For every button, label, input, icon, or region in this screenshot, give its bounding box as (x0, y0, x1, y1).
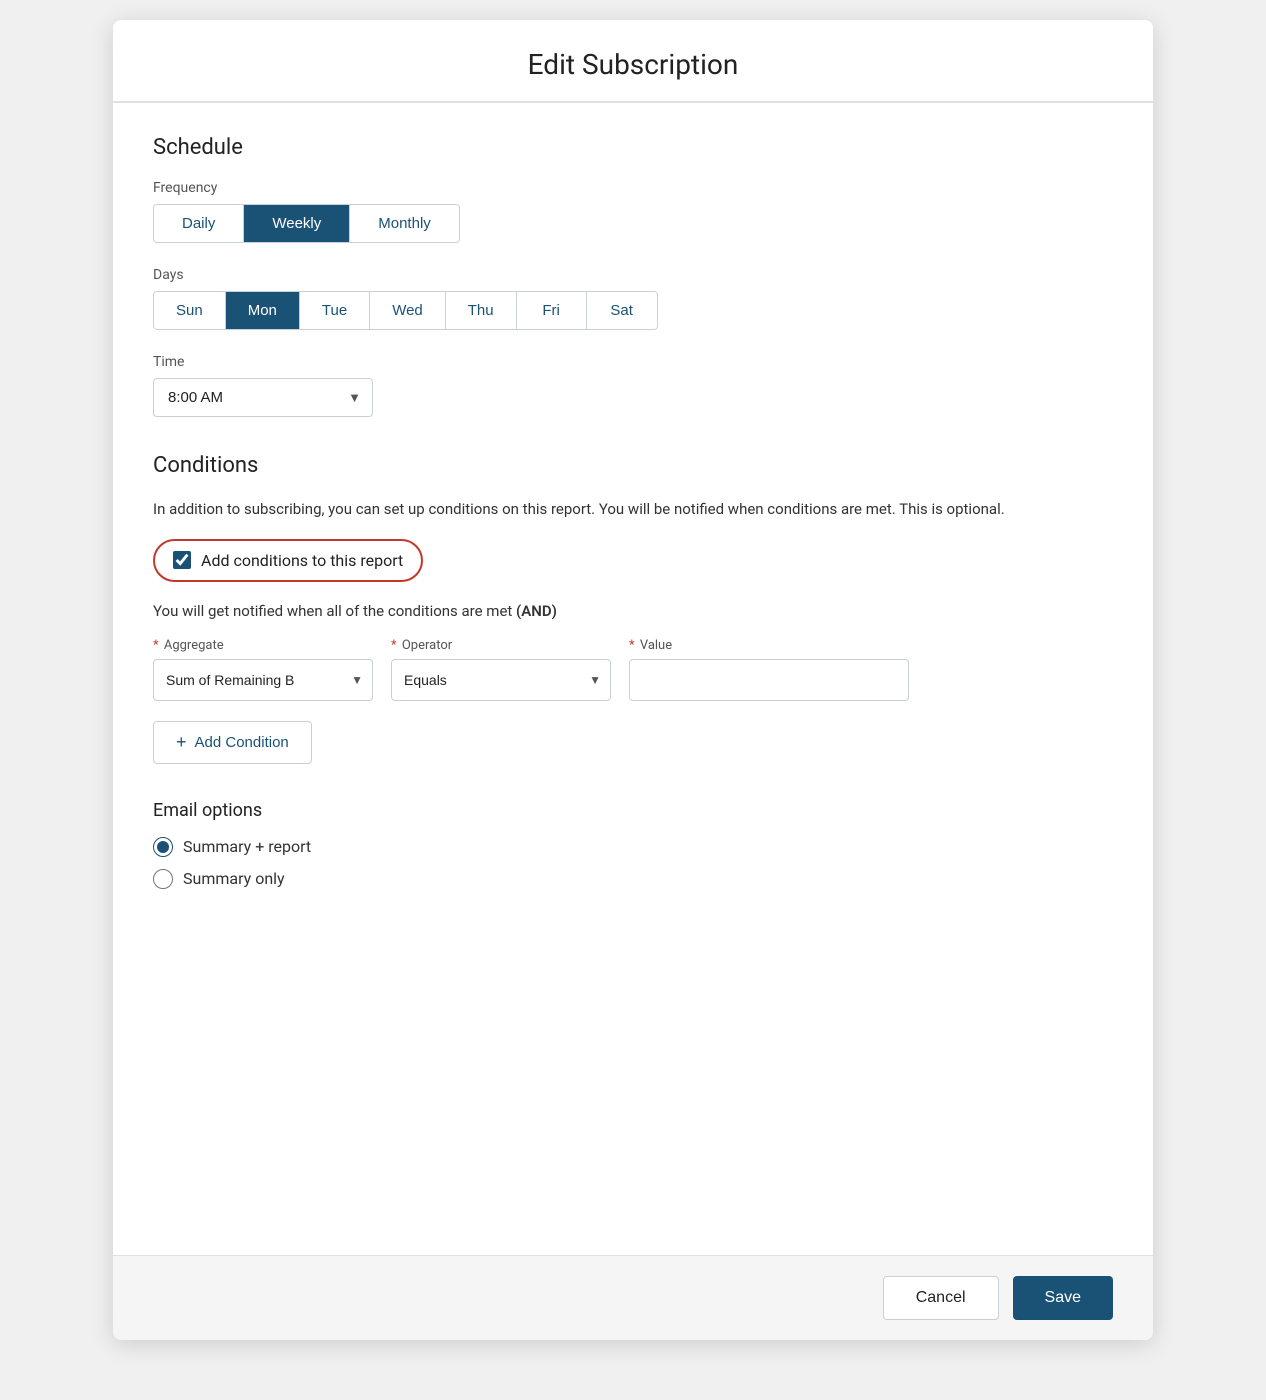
summary-only-label: Summary only (183, 869, 285, 888)
frequency-group: Daily Weekly Monthly (153, 204, 460, 243)
operator-select[interactable]: Equals Not Equals Greater Than Less Than (391, 659, 611, 701)
aggregate-required-star: * (153, 638, 159, 653)
add-condition-label: Add Condition (195, 734, 289, 751)
plus-icon: + (176, 732, 187, 753)
add-conditions-label[interactable]: Add conditions to this report (153, 539, 423, 582)
day-fri-button[interactable]: Fri (517, 292, 587, 329)
day-sat-button[interactable]: Sat (587, 292, 657, 329)
day-tue-button[interactable]: Tue (300, 292, 370, 329)
cancel-button[interactable]: Cancel (883, 1276, 999, 1320)
summary-report-radio[interactable] (153, 837, 173, 857)
summary-report-option[interactable]: Summary + report (153, 837, 1113, 857)
day-mon-button[interactable]: Mon (226, 292, 300, 329)
notify-and-text: (AND) (516, 602, 557, 620)
modal-header: Edit Subscription (113, 20, 1153, 103)
frequency-daily-button[interactable]: Daily (154, 205, 244, 242)
frequency-weekly-button[interactable]: Weekly (244, 205, 350, 242)
value-input[interactable] (629, 659, 909, 701)
aggregate-label: * Aggregate (153, 638, 373, 653)
aggregate-field: * Aggregate Sum of Remaining B Count Ave… (153, 638, 373, 701)
aggregate-select-wrapper: Sum of Remaining B Count Average Min Max… (153, 659, 373, 701)
value-field: * Value (629, 638, 909, 701)
add-conditions-text: Add conditions to this report (201, 551, 403, 570)
modal-body: Schedule Frequency Daily Weekly Monthly … (113, 103, 1153, 1255)
modal-title: Edit Subscription (145, 48, 1121, 81)
email-options-title: Email options (153, 800, 1113, 821)
value-label: * Value (629, 638, 909, 653)
aggregate-select[interactable]: Sum of Remaining B Count Average Min Max (153, 659, 373, 701)
schedule-section: Schedule Frequency Daily Weekly Monthly … (153, 135, 1113, 417)
email-options-section: Email options Summary + report Summary o… (153, 800, 1113, 889)
value-required-star: * (629, 638, 635, 653)
operator-select-wrapper: Equals Not Equals Greater Than Less Than… (391, 659, 611, 701)
conditions-description: In addition to subscribing, you can set … (153, 498, 1113, 521)
conditions-section: Conditions In addition to subscribing, y… (153, 453, 1113, 764)
summary-only-option[interactable]: Summary only (153, 869, 1113, 889)
time-select-wrapper: 8:00 AM 9:00 AM 10:00 AM 11:00 AM 12:00 … (153, 378, 373, 417)
schedule-title: Schedule (153, 135, 1113, 160)
conditions-title: Conditions (153, 453, 1113, 478)
time-select[interactable]: 8:00 AM 9:00 AM 10:00 AM 11:00 AM 12:00 … (153, 378, 373, 417)
frequency-monthly-button[interactable]: Monthly (350, 205, 459, 242)
add-conditions-row: Add conditions to this report (153, 539, 1113, 582)
summary-report-label: Summary + report (183, 837, 311, 856)
operator-required-star: * (391, 638, 397, 653)
day-thu-button[interactable]: Thu (446, 292, 517, 329)
save-button[interactable]: Save (1013, 1276, 1113, 1320)
summary-only-radio[interactable] (153, 869, 173, 889)
time-label: Time (153, 354, 1113, 370)
notify-text: You will get notified when all of the co… (153, 602, 1113, 620)
operator-field: * Operator Equals Not Equals Greater Tha… (391, 638, 611, 701)
frequency-label: Frequency (153, 180, 1113, 196)
days-group: Sun Mon Tue Wed Thu Fri Sat (153, 291, 658, 330)
day-wed-button[interactable]: Wed (370, 292, 446, 329)
day-sun-button[interactable]: Sun (154, 292, 226, 329)
condition-row: * Aggregate Sum of Remaining B Count Ave… (153, 638, 1113, 701)
days-label: Days (153, 267, 1113, 283)
modal-footer: Cancel Save (113, 1255, 1153, 1340)
add-conditions-checkbox[interactable] (173, 551, 191, 569)
add-condition-button[interactable]: + Add Condition (153, 721, 312, 764)
operator-label: * Operator (391, 638, 611, 653)
edit-subscription-modal: Edit Subscription Schedule Frequency Dai… (113, 20, 1153, 1340)
